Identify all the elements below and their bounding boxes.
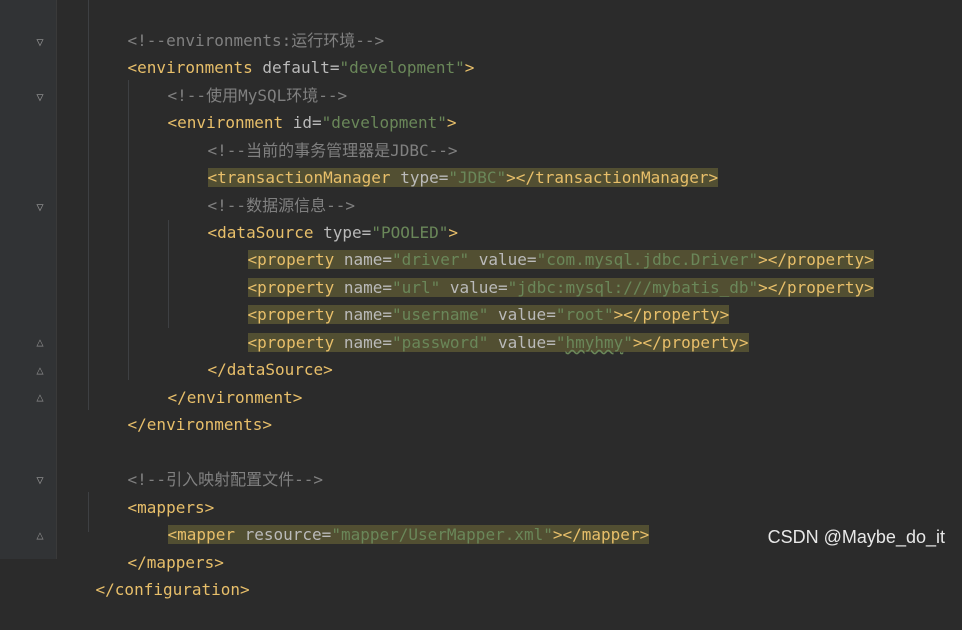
code-line: <!--数据源信息--> xyxy=(169,165,355,215)
code-line-highlighted: <property name="url" value="jdbc:mysql:/… xyxy=(247,278,874,297)
xml-tag: </configuration> xyxy=(95,580,250,599)
xml-attr-name: type xyxy=(400,168,439,187)
xml-tag-close: ></property> xyxy=(758,278,874,297)
code-line-highlighted: <property name="username" value="root"><… xyxy=(247,305,730,324)
code-line-highlighted: <transactionManager type="JDBC"></transa… xyxy=(207,168,719,187)
code-line: </environment> xyxy=(129,357,303,407)
xml-attr-value: "mapper/UserMapper.xml" xyxy=(331,525,553,544)
xml-attr-value: "password" xyxy=(392,333,489,352)
xml-tag-close: ></property> xyxy=(632,333,749,352)
xml-tag-close: > xyxy=(464,58,475,77)
code-line: <mappers> xyxy=(89,467,215,517)
code-editor[interactable]: <!--environments:运行环境--> <environments d… xyxy=(0,0,962,599)
code-line: <environment id="development"> xyxy=(167,113,457,132)
xml-attr-value: "JDBC" xyxy=(448,168,507,187)
code-line-highlighted: <mapper resource="mapper/UserMapper.xml"… xyxy=(167,525,650,544)
code-line-highlighted: <property name="password" value="hmyhmy"… xyxy=(247,333,749,352)
watermark: CSDN @Maybe_do_it xyxy=(767,527,945,547)
code-line: <dataSource type="POOLED"> xyxy=(207,223,459,242)
code-line: <!--当前的事务管理器是JDBC--> xyxy=(169,110,458,160)
xml-attr-name: resource xyxy=(244,525,322,544)
xml-attr-value: "development" xyxy=(339,58,465,77)
xml-attr-value-typo: hmyhmy xyxy=(565,333,624,352)
xml-attr-value-quote: " xyxy=(623,333,633,352)
code-line-highlighted: <property name="driver" value="com.mysql… xyxy=(247,250,874,269)
code-line: </environments> xyxy=(89,384,273,434)
xml-attr-name: name xyxy=(343,333,383,352)
xml-tag-close: ></transactionManager> xyxy=(506,168,719,187)
code-line: <environments default="development"> xyxy=(127,58,475,77)
code-line: <!--使用MySQL环境--> xyxy=(129,55,348,105)
xml-attr-name: value xyxy=(498,333,547,352)
code-line: <!--引入映射配置文件--> xyxy=(89,439,323,489)
xml-tag: </environments> xyxy=(127,415,273,434)
code-line: </configuration> xyxy=(57,549,250,599)
code-line: </dataSource> xyxy=(169,329,333,379)
code-line: <!--environments:运行环境--> xyxy=(89,0,385,50)
xml-tag-close: ></mapper> xyxy=(552,525,650,544)
code-line: </mappers> xyxy=(89,522,224,572)
